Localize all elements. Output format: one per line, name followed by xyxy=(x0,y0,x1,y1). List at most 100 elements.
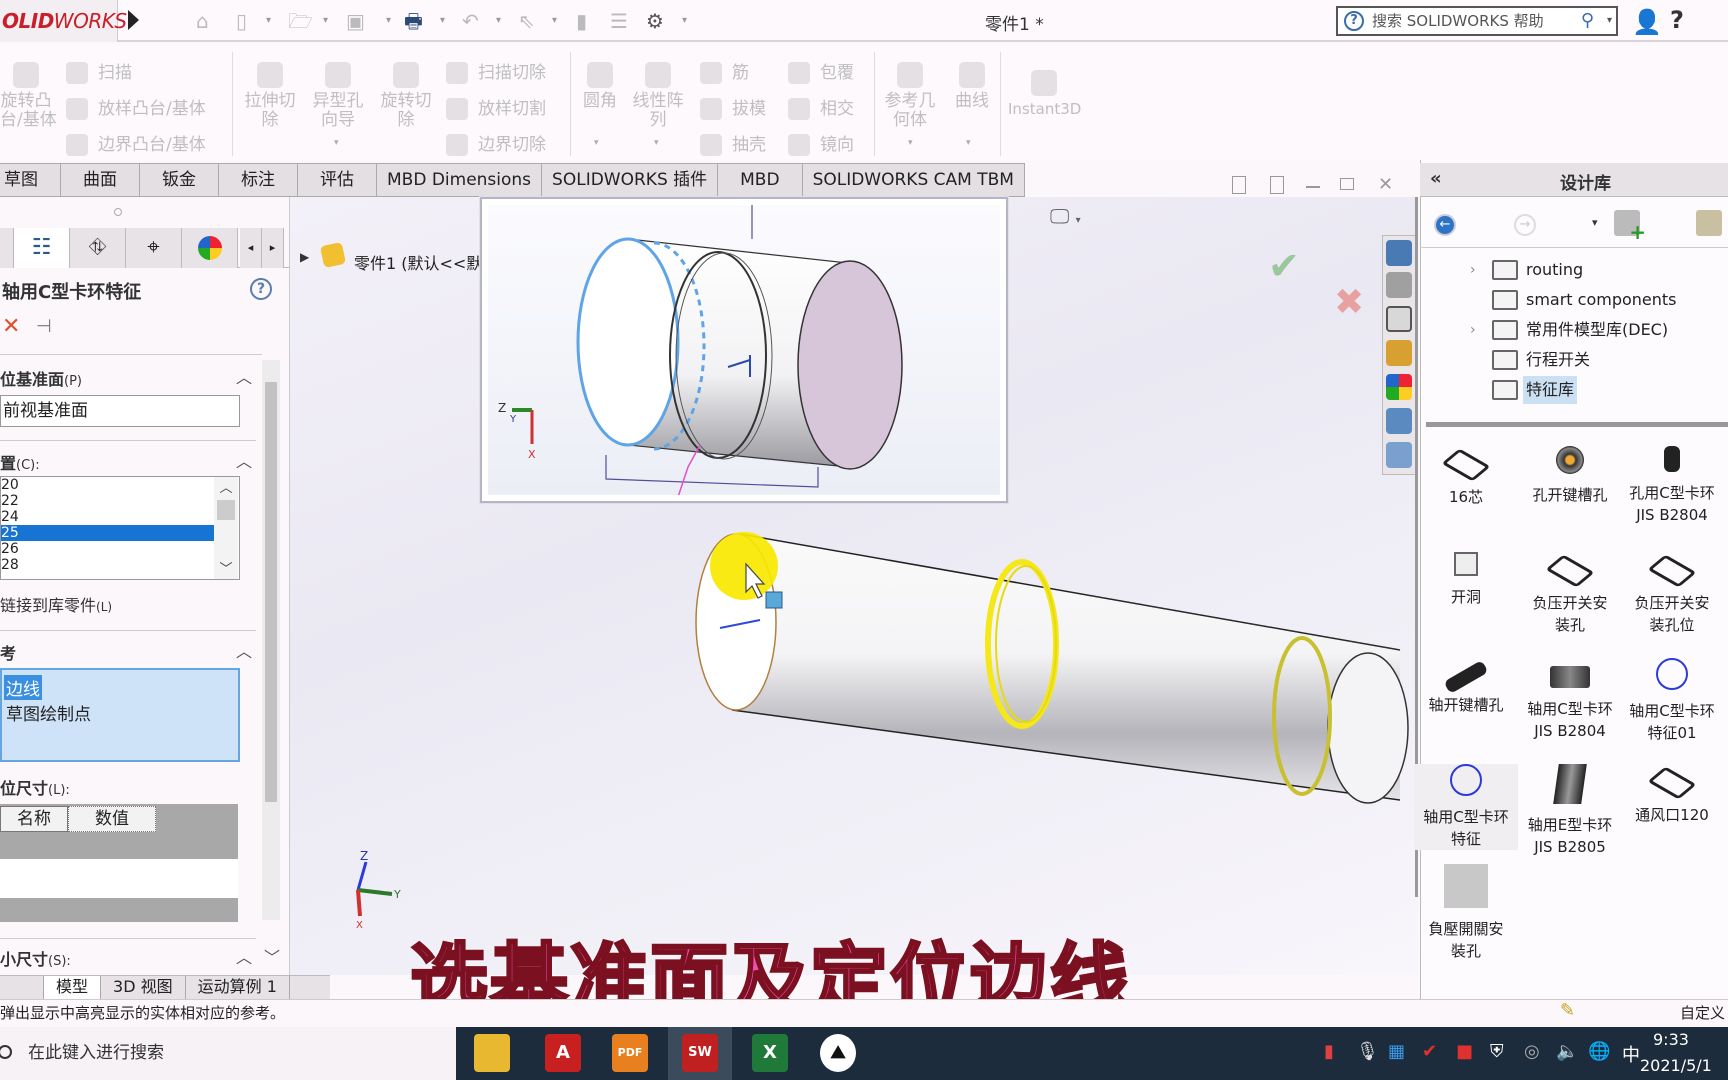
pin-icon[interactable]: ⊣ xyxy=(36,316,52,337)
cancel-icon[interactable]: ✕ xyxy=(2,314,20,339)
tab-mbd-dimensions[interactable]: MBD Dimensions xyxy=(377,163,543,197)
library-item[interactable]: 轴用C型卡环 JIS B2804 xyxy=(1518,658,1622,742)
view-palette-icon[interactable] xyxy=(1386,340,1412,366)
fillet-dropdown-icon[interactable]: ▾ xyxy=(594,138,599,148)
wrap-button[interactable]: 包覆 xyxy=(788,58,854,84)
design-library-tab-icon[interactable] xyxy=(1386,272,1412,298)
swept-cut-button[interactable]: 扫描切除 xyxy=(446,58,546,84)
library-item[interactable]: 負壓開關安 裝孔 xyxy=(1414,864,1518,962)
autocad-icon[interactable]: A xyxy=(545,1034,581,1072)
new-document-icon[interactable]: ▯ xyxy=(236,8,247,34)
undo-icon[interactable]: ↶ xyxy=(462,8,479,34)
placement-plane-field[interactable]: 前视基准面 xyxy=(0,395,240,427)
pattern-dropdown-icon[interactable]: ▾ xyxy=(654,138,659,148)
rebuild-icon[interactable]: ▮ xyxy=(576,8,587,34)
tab-solidworks-cam-tbm[interactable]: SOLIDWORKS CAM TBM xyxy=(802,163,1025,197)
property-manager-scrollbar[interactable] xyxy=(262,360,280,920)
save-dropdown-icon[interactable]: ▾ xyxy=(386,8,391,34)
home-icon[interactable]: ⌂ xyxy=(196,8,209,34)
tray-network-icon[interactable]: ◎ xyxy=(1524,1041,1540,1062)
tab-solidworks-addins[interactable]: SOLIDWORKS 插件 xyxy=(542,163,719,197)
reference-item-edge[interactable]: 边线 xyxy=(4,675,42,700)
forum-icon[interactable] xyxy=(1386,442,1412,468)
size-list-scrollbar[interactable]: ︿ ﹀ xyxy=(214,477,238,579)
tab-property-manager[interactable]: ☷ xyxy=(14,228,70,268)
history-dropdown-icon[interactable]: ▾ xyxy=(1592,216,1598,229)
open-dropdown-icon[interactable]: ▾ xyxy=(323,8,328,34)
intersect-button[interactable]: 相交 xyxy=(788,94,854,120)
tray-record-icon[interactable]: ▮ xyxy=(1324,1041,1334,1062)
scroll-thumb[interactable] xyxy=(265,382,277,802)
rebuild-status-icon[interactable]: ✎ xyxy=(1560,1000,1575,1021)
library-item[interactable]: 负压开关安 装孔 xyxy=(1518,552,1622,636)
search-dropdown-icon[interactable]: ▾ xyxy=(1607,8,1612,34)
boundary-boss-button[interactable]: 边界凸台/基体 xyxy=(66,130,206,156)
instant3d-button[interactable]: Instant3D xyxy=(1008,70,1081,119)
tray-microphone-icon[interactable]: 🎙 xyxy=(1356,1041,1379,1062)
window-close-icon[interactable]: ✕ xyxy=(1378,174,1393,195)
window-minimize-icon[interactable] xyxy=(1306,186,1320,188)
boundary-cut-button[interactable]: 边界切除 xyxy=(446,130,546,156)
help-menu-icon[interactable]: ? xyxy=(1670,6,1684,34)
size-listbox[interactable]: 20 22 24 25 26 28 xyxy=(0,476,240,580)
home-resources-icon[interactable] xyxy=(1386,240,1412,266)
tab-configuration-manager[interactable]: ⛗ xyxy=(70,228,126,268)
reference-geometry-dropdown-icon[interactable]: ▾ xyxy=(908,138,913,148)
search-magnifier-icon[interactable]: ⚲ xyxy=(1581,8,1594,34)
add-file-location-icon[interactable] xyxy=(1614,210,1646,244)
column-header-name[interactable]: 名称 xyxy=(0,806,68,832)
lofted-cut-button[interactable]: 放样切割 xyxy=(446,94,546,120)
library-item[interactable]: 轴用C型卡环 特征01 xyxy=(1620,658,1724,744)
confirm-ok-icon[interactable]: ✔ xyxy=(1268,244,1300,288)
library-item[interactable]: 16芯 xyxy=(1414,446,1518,508)
select-pointer-icon[interactable]: ⇖ xyxy=(518,8,535,34)
panel-splitter-handle[interactable] xyxy=(114,208,122,216)
shell-button[interactable]: 抽壳 xyxy=(700,130,766,156)
file-properties-icon[interactable]: ☰ xyxy=(610,8,628,34)
size-option[interactable]: 26 xyxy=(1,541,239,557)
clock-date[interactable]: 2021/5/1 xyxy=(1640,1056,1712,1075)
library-item[interactable]: 轴用E型卡环 JIS B2805 xyxy=(1518,764,1622,858)
pane-splitter[interactable] xyxy=(1426,422,1728,427)
feature-tree-root[interactable]: 零件1 (默认<<默 xyxy=(354,250,482,274)
tab-scroll-right-icon[interactable]: ▸ xyxy=(262,228,284,268)
pdf-app-icon[interactable]: PDF xyxy=(612,1034,648,1072)
file-explorer-tab-icon[interactable] xyxy=(1386,306,1412,332)
appearances-icon[interactable] xyxy=(1386,374,1412,400)
library-item[interactable]: 负压开关安 装孔位 xyxy=(1620,552,1724,636)
viewport-prev-icon[interactable] xyxy=(1232,176,1246,194)
hole-wizard-dropdown-icon[interactable]: ▾ xyxy=(334,138,339,148)
menu-expand-arrow-icon[interactable] xyxy=(128,10,139,30)
tray-security-shield-icon[interactable]: ⛨ xyxy=(1490,1041,1504,1062)
library-item[interactable]: 轴用C型卡环 特征 xyxy=(1414,764,1518,850)
help-search-input[interactable]: ? 搜索 SOLIDWORKS 帮助 ⚲ ▾ xyxy=(1336,6,1618,36)
library-item[interactable]: 轴开键槽孔 xyxy=(1414,658,1518,716)
window-restore-icon[interactable] xyxy=(1340,178,1354,190)
ime-indicator[interactable]: 中 xyxy=(1622,1041,1640,1067)
tab-markup[interactable]: 标注 xyxy=(219,163,298,197)
status-custom-units[interactable]: 自定义 xyxy=(1680,1002,1725,1023)
tab-3d-views[interactable]: 3D 视图 xyxy=(101,976,186,999)
confirm-cancel-icon[interactable]: ✖ xyxy=(1334,282,1364,323)
options-dropdown-icon[interactable]: ▾ xyxy=(682,8,687,34)
save-icon[interactable]: ▣ xyxy=(346,8,365,34)
curves-button[interactable]: 曲线 xyxy=(950,62,994,111)
collapse-chevron-icon[interactable]: ︿ xyxy=(236,638,252,662)
collapse-chevron-icon[interactable]: ︿ xyxy=(236,364,252,388)
size-option[interactable]: 20 xyxy=(1,477,239,493)
open-folder-icon[interactable]: 🗁 xyxy=(288,8,313,34)
tab-evaluate[interactable]: 评估 xyxy=(298,163,377,197)
revolve-boss-button[interactable]: 旋转凸 台/基体 xyxy=(0,62,57,130)
print-icon[interactable]: 🖶 xyxy=(404,8,423,34)
column-header-value[interactable]: 数值 xyxy=(68,806,156,832)
taskbar-search-box[interactable]: 在此键入进行搜索 xyxy=(0,1027,456,1080)
tab-scroll-left-icon[interactable]: ◂ xyxy=(240,228,262,268)
solidworks-2020-icon[interactable]: SW xyxy=(682,1034,718,1072)
collapse-chevron-icon[interactable]: ︿ xyxy=(236,448,252,472)
tab-model[interactable]: 模型 xyxy=(44,976,102,999)
options-gear-icon[interactable]: ⚙ xyxy=(646,8,664,34)
library-item[interactable]: 开洞 xyxy=(1414,552,1518,608)
reference-geometry-button[interactable]: 参考几 何体 xyxy=(882,62,938,130)
collapse-pane-icon[interactable]: « xyxy=(1430,168,1442,189)
forward-arrow-icon[interactable]: → xyxy=(1514,214,1536,236)
